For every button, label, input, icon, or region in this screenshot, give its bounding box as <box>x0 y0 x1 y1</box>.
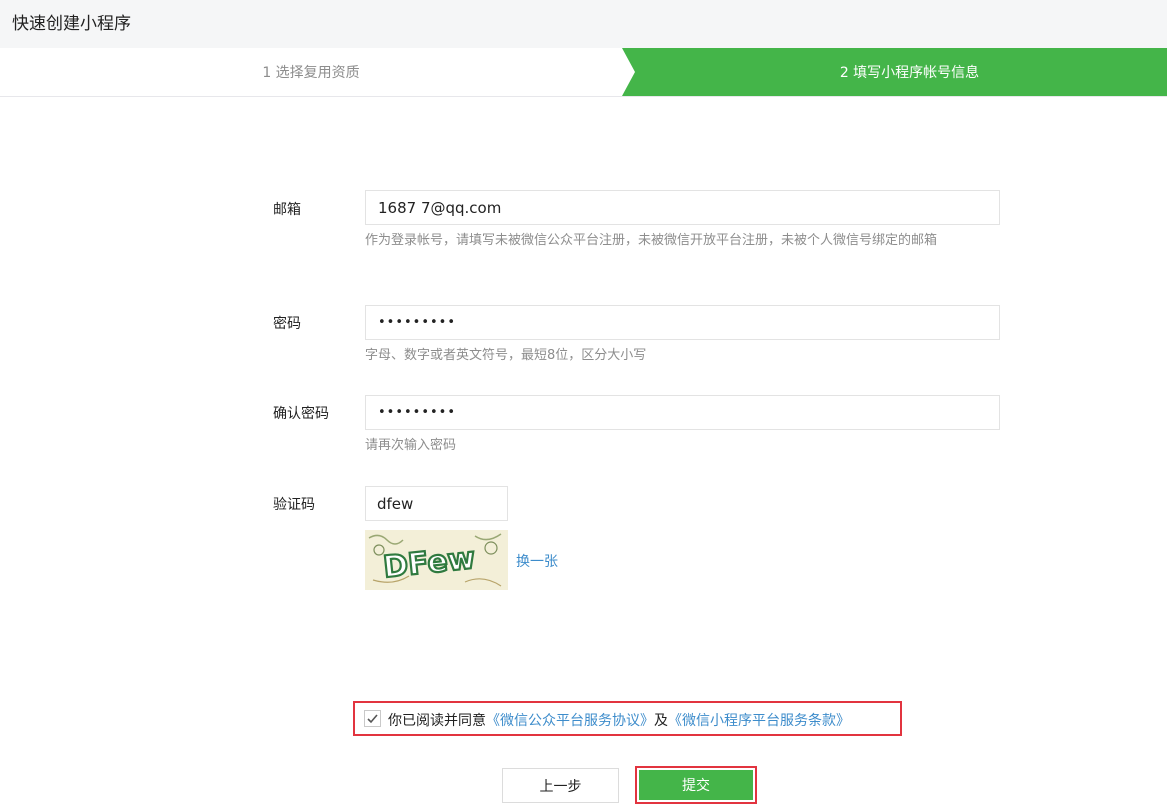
password-label: 密码 <box>273 316 301 332</box>
prev-step-button[interactable]: 上一步 <box>502 768 619 803</box>
agreement-prefix: 你已阅读并同意 <box>388 713 486 729</box>
email-field[interactable]: 1687 7@qq.com <box>365 190 1000 225</box>
password-hint: 字母、数字或者英文符号，最短8位，区分大小写 <box>365 348 647 363</box>
submit-button-highlight: 提交 <box>635 766 757 804</box>
confirm-password-hint: 请再次输入密码 <box>365 438 457 453</box>
checkmark-icon <box>367 714 378 724</box>
captcha-field[interactable]: dfew <box>365 486 508 521</box>
password-field[interactable]: ••••••••• <box>365 305 1000 340</box>
page-title: 快速创建小程序 <box>12 14 131 34</box>
captcha-image: DFew <box>365 530 508 590</box>
email-hint: 作为登录帐号，请填写未被微信公众平台注册，未被微信开放平台注册，未被个人微信号绑… <box>365 233 938 248</box>
service-terms-link[interactable]: 《微信小程序平台服务条款》 <box>668 713 850 729</box>
email-label: 邮箱 <box>273 202 301 218</box>
step-2-active: 2 填写小程序帐号信息 <box>622 48 1167 96</box>
step-progress-bar: 1 选择复用资质 2 填写小程序帐号信息 <box>0 48 1167 97</box>
agreement-mid: 及 <box>654 713 668 729</box>
refresh-captcha-link[interactable]: 换一张 <box>516 551 558 571</box>
agreement-text: 你已阅读并同意《微信公众平台服务协议》及《微信小程序平台服务条款》 <box>388 710 850 730</box>
captcha-label: 验证码 <box>273 497 315 513</box>
submit-button[interactable]: 提交 <box>639 770 753 800</box>
service-agreement-link[interactable]: 《微信公众平台服务协议》 <box>486 713 654 729</box>
confirm-password-label: 确认密码 <box>273 406 329 422</box>
agreement-row: 你已阅读并同意《微信公众平台服务协议》及《微信小程序平台服务条款》 <box>353 701 902 736</box>
confirm-password-field[interactable]: ••••••••• <box>365 395 1000 430</box>
step-2-label: 2 填写小程序帐号信息 <box>839 65 980 81</box>
page-header: 快速创建小程序 <box>0 0 1167 48</box>
agree-checkbox[interactable] <box>364 710 381 727</box>
step-1: 1 选择复用资质 <box>0 48 622 96</box>
step-1-label: 1 选择复用资质 <box>262 65 360 81</box>
